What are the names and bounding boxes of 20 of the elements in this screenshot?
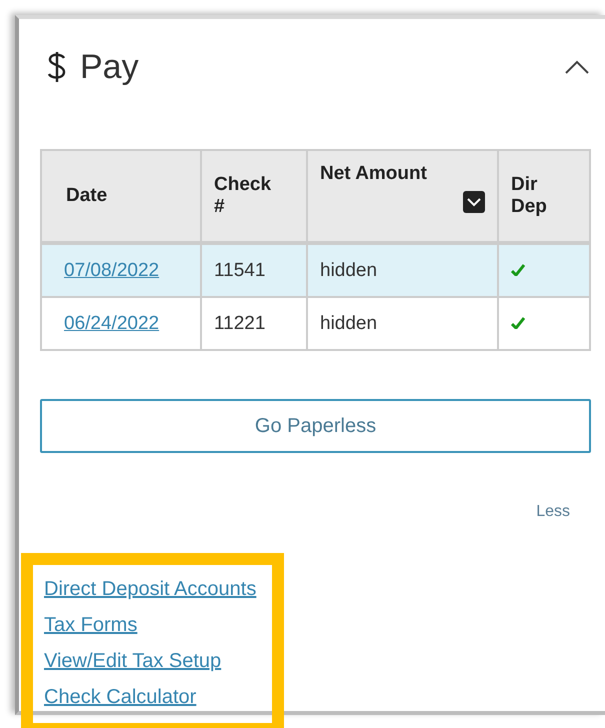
dollar-icon	[46, 49, 68, 85]
column-header: Date	[66, 185, 108, 207]
link[interactable]: Tax Forms	[44, 613, 256, 637]
column-header: Net Amount	[320, 163, 428, 185]
table-row[interactable]: 06/24/2022 11221 hidden	[41, 297, 590, 350]
less-link[interactable]: Less	[536, 503, 570, 553]
link[interactable]: Direct Deposit Accounts	[44, 577, 256, 601]
table-cell: hidden	[320, 312, 378, 334]
collapse-icon[interactable]	[564, 59, 590, 75]
table-cell: 11221	[214, 312, 266, 334]
link[interactable]: Check Calculator	[44, 685, 256, 709]
go-paperless-button[interactable]: Go Paperless	[40, 399, 591, 453]
table-cell: 11541	[214, 260, 266, 280]
column-header: Dir Dep	[511, 174, 548, 218]
panel-title: Pay	[80, 48, 139, 86]
column-header: Check #	[214, 174, 272, 218]
table-row[interactable]: 07/08/2022 11541 hidden	[41, 243, 590, 297]
dropdown-icon[interactable]	[463, 191, 485, 213]
link[interactable]: View/Edit Tax Setup	[44, 649, 256, 673]
table-cell: hidden	[320, 260, 378, 280]
